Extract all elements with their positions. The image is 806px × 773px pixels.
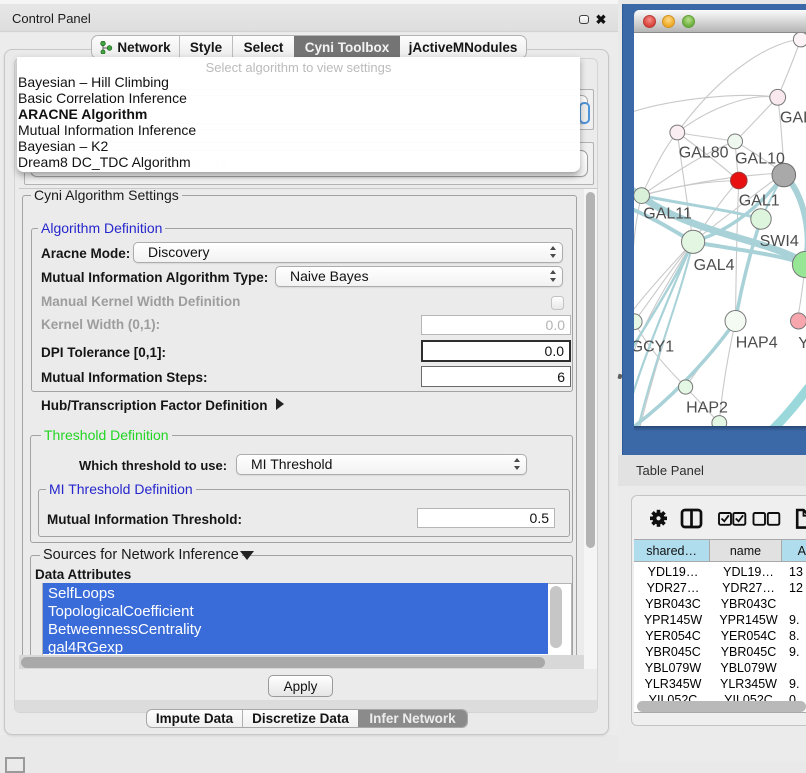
svg-text:GAL1: GAL1 bbox=[739, 192, 780, 209]
svg-text:SWI4: SWI4 bbox=[760, 233, 799, 250]
svg-text:GAL10: GAL10 bbox=[735, 150, 785, 167]
svg-text:GAL11: GAL11 bbox=[643, 206, 692, 223]
svg-text:GAL4: GAL4 bbox=[694, 257, 735, 274]
svg-text:Y: Y bbox=[798, 335, 806, 352]
svg-text:GAL80: GAL80 bbox=[679, 145, 729, 162]
svg-text:HAP2: HAP2 bbox=[686, 400, 728, 417]
svg-text:GCY1: GCY1 bbox=[634, 338, 674, 355]
svg-text:HAP4: HAP4 bbox=[736, 335, 778, 352]
svg-text:GAL: GAL bbox=[780, 110, 806, 127]
